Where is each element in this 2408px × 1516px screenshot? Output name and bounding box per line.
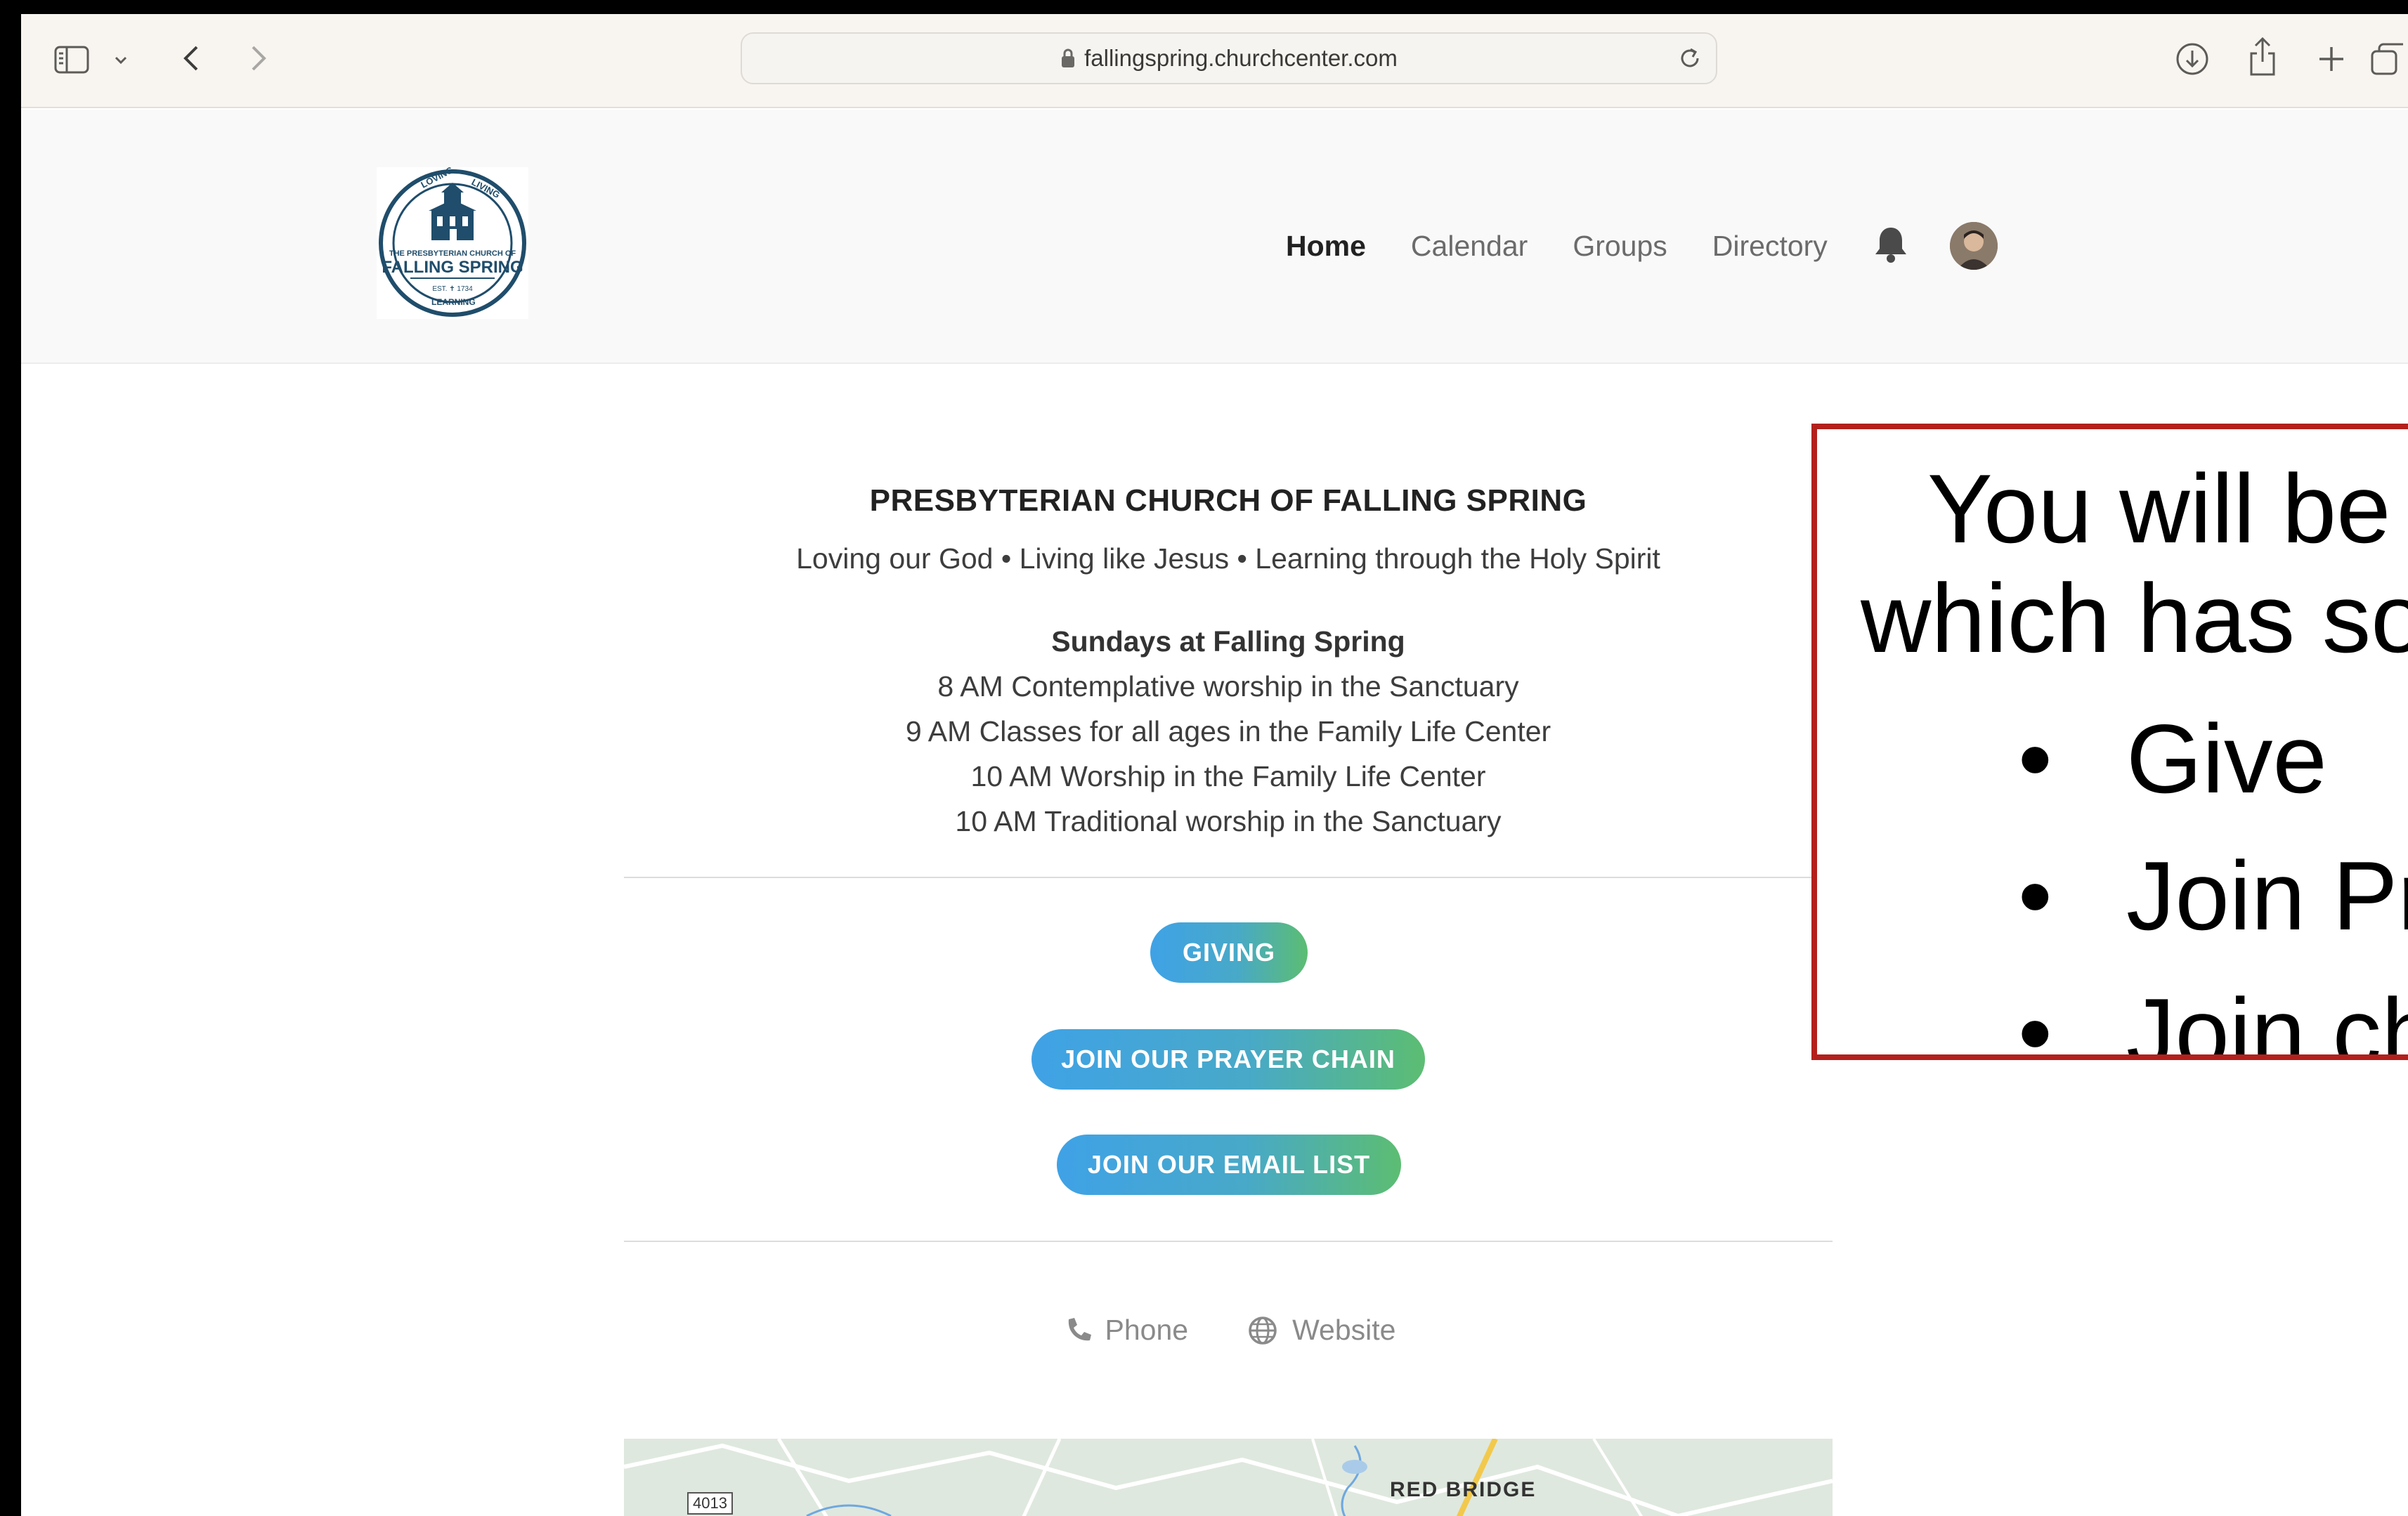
notifications-bell-icon[interactable] xyxy=(1873,225,1909,268)
map-area-label: RED BRIDGE xyxy=(1390,1478,1537,1501)
callout-bullet: Give xyxy=(2126,705,2327,813)
new-tab-icon[interactable] xyxy=(2312,39,2351,79)
divider xyxy=(624,877,1833,878)
url-text: fallingspring.churchcenter.com xyxy=(1084,45,1398,71)
nav-calendar[interactable]: Calendar xyxy=(1411,230,1528,263)
share-icon[interactable] xyxy=(2241,34,2284,80)
browser-window: fallingspring.churchcenter.com LOVING LI… xyxy=(21,14,2408,1516)
schedule-item: 9 AM Classes for all ages in the Family … xyxy=(905,715,1551,747)
svg-text:EST. ✝ 1734: EST. ✝ 1734 xyxy=(432,285,473,293)
schedule-item: 10 AM Worship in the Family Life Center xyxy=(970,760,1486,792)
sidebar-toggle-icon[interactable] xyxy=(52,42,91,77)
nav-home[interactable]: Home xyxy=(1286,230,1366,263)
site-header: LOVING LIVING LEARNING THE PRESBYTERIAN … xyxy=(21,110,2408,364)
schedule-heading: Sundays at Falling Spring xyxy=(1051,625,1405,658)
annotation-callout: You will be which has so • Give • Join P… xyxy=(1811,424,2408,1060)
chevron-down-icon[interactable] xyxy=(111,51,131,70)
address-bar[interactable]: fallingspring.churchcenter.com xyxy=(741,32,1717,84)
callout-line: which has so xyxy=(1861,564,2408,673)
svg-text:FALLING SPRING: FALLING SPRING xyxy=(382,258,523,277)
church-tagline: Loving our God • Living like Jesus • Lea… xyxy=(796,542,1660,575)
callout-bullet: Join ch xyxy=(2126,979,2408,1060)
lock-icon xyxy=(1062,48,1075,67)
back-icon[interactable] xyxy=(177,41,205,76)
nav-groups[interactable]: Groups xyxy=(1573,230,1667,263)
map-road-number: 4013 xyxy=(687,1492,733,1515)
website-link[interactable]: Website xyxy=(1247,1314,1395,1347)
svg-text:THE PRESBYTERIAN CHURCH OF: THE PRESBYTERIAN CHURCH OF xyxy=(389,249,516,258)
schedule-item: 10 AM Traditional worship in the Sanctua… xyxy=(955,805,1502,837)
globe-icon xyxy=(1249,1316,1277,1345)
forward-icon[interactable] xyxy=(245,41,273,76)
tab-overview-icon[interactable] xyxy=(2369,38,2408,80)
browser-toolbar: fallingspring.churchcenter.com xyxy=(21,14,2408,108)
user-avatar[interactable] xyxy=(1949,222,1998,270)
phone-icon xyxy=(1068,1317,1091,1340)
church-title: PRESBYTERIAN CHURCH OF FALLING SPRING xyxy=(869,483,1587,518)
contact-links: Phone Website xyxy=(21,1314,2408,1347)
download-icon[interactable] xyxy=(2171,38,2213,80)
schedule-item: 8 AM Contemplative worship in the Sanctu… xyxy=(937,670,1519,703)
reload-icon[interactable] xyxy=(1677,45,1703,75)
giving-button[interactable]: GIVING xyxy=(1150,922,1308,983)
join-prayer-chain-button[interactable]: JOIN OUR PRAYER CHAIN xyxy=(1031,1029,1425,1090)
callout-line: You will be xyxy=(1927,455,2391,563)
bullet-icon: • xyxy=(2018,979,2052,1060)
phone-label: Phone xyxy=(1105,1314,1189,1346)
map-roads xyxy=(624,1439,1833,1516)
bullet-icon: • xyxy=(2018,705,2052,813)
bullet-icon: • xyxy=(2018,842,2052,950)
church-logo[interactable]: LOVING LIVING LEARNING THE PRESBYTERIAN … xyxy=(377,164,528,319)
main-nav: Home Calendar Groups Directory xyxy=(1286,222,1998,270)
nav-directory[interactable]: Directory xyxy=(1712,230,1828,263)
divider xyxy=(624,1241,1833,1242)
join-email-list-button[interactable]: JOIN OUR EMAIL LIST xyxy=(1057,1135,1401,1195)
website-label: Website xyxy=(1292,1314,1396,1346)
phone-link[interactable]: Phone xyxy=(1063,1314,1189,1347)
location-map[interactable]: 4013 RED BRIDGE xyxy=(624,1439,1833,1516)
svg-text:LEARNING: LEARNING xyxy=(431,297,476,307)
callout-bullet: Join Pr xyxy=(2126,842,2408,950)
